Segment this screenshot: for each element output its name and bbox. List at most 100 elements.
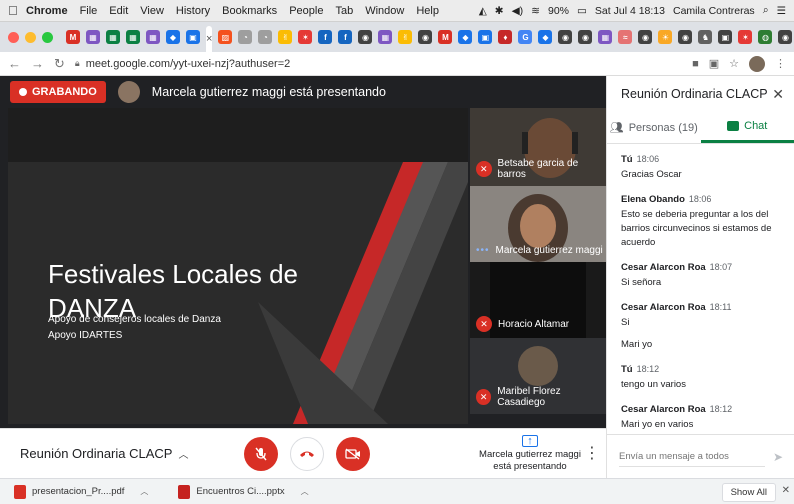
present-now-status[interactable]: ↑ Marcela gutierrez maggi está presentan… (470, 435, 590, 473)
spotlight-search-icon[interactable]: ⌕ (763, 4, 769, 17)
chevron-up-icon[interactable]: ︿ (301, 486, 309, 497)
bookmark-star-icon[interactable]: ☆ (729, 57, 739, 70)
more-options-icon[interactable]: ⋮ (584, 443, 600, 463)
tab-favicon-icon[interactable]: ◉ (778, 30, 793, 44)
participant-tile[interactable]: ✕ Betsabe garcia de barros (470, 108, 606, 186)
tab-favicon-icon[interactable]: ✌ (278, 30, 293, 44)
tab-favicon-icon[interactable]: ◍ (758, 30, 773, 44)
forward-arrow-icon[interactable]: → (31, 56, 44, 71)
tab-favicon-icon[interactable]: ▣ (478, 30, 493, 44)
tab-favicon-icon[interactable]: ♞ (698, 30, 713, 44)
panel-header: Reunión Ordinaria CLACP ✕ (607, 76, 794, 112)
tab-favicon-icon[interactable]: ▦ (86, 30, 100, 44)
address-bar: ← → ↻ 🔒︎ meet.google.com/yyt-uxei-nzj?au… (0, 52, 794, 76)
tab-favicon-icon[interactable]: ▦ (378, 30, 393, 44)
tab-favicon-icon[interactable]: ◉ (418, 30, 433, 44)
browser-menu-icon[interactable]: ⋮ (775, 57, 786, 70)
tab-favicon-icon[interactable]: ◉ (358, 30, 373, 44)
tab-favicon-icon[interactable]: ▦ (598, 30, 613, 44)
download-item[interactable]: Encuentros Ci....pptx ︿ (178, 484, 309, 499)
tab-favicon-icon[interactable]: M (66, 30, 80, 44)
url-field[interactable]: 🔒︎ meet.google.com/yyt-uxei-nzj?authuser… (75, 58, 692, 70)
message-sender: Tú 18:06 (621, 154, 794, 165)
tab-favicon-icon[interactable]: ≈ (618, 30, 633, 44)
volume-icon[interactable]: ◀) (512, 5, 524, 17)
tab-favicon-icon[interactable]: ✶ (738, 30, 753, 44)
minimize-window-button[interactable] (25, 31, 36, 43)
battery-icon[interactable]: ▭ (577, 5, 587, 17)
tab-favicon-icon[interactable]: ☀ (658, 30, 673, 44)
tab-favicon-icon[interactable]: ◔ (258, 30, 273, 44)
tab-favicon-icon[interactable]: ✶ (298, 30, 313, 44)
close-window-button[interactable] (8, 31, 19, 43)
meeting-details-toggle[interactable]: Reunión Ordinaria CLACP ︿ (20, 446, 188, 461)
tab-favicon-icon[interactable]: ▨ (218, 30, 233, 44)
tab-favicon-icon[interactable]: ♦ (498, 30, 513, 44)
send-icon[interactable]: ➤ (773, 450, 783, 464)
tab-favicon-icon[interactable]: ◉ (578, 30, 593, 44)
active-tab[interactable]: × (206, 26, 213, 52)
notification-center-icon[interactable]: ☰ (777, 5, 786, 17)
menu-edit[interactable]: Edit (109, 5, 128, 17)
participant-tile[interactable]: ✕ Maribel Florez Casadiego (470, 338, 606, 414)
menu-bookmarks[interactable]: Bookmarks (222, 5, 277, 17)
cast-icon[interactable]: ▣ (709, 57, 719, 70)
toggle-camera-button[interactable] (336, 437, 370, 471)
close-icon[interactable]: ✕ (772, 86, 784, 103)
tab-favicon-icon[interactable]: M (438, 30, 453, 44)
bluetooth-icon[interactable]: ✱ (495, 5, 504, 17)
tab-favicon-icon[interactable]: ✌ (398, 30, 413, 44)
profile-avatar[interactable] (749, 55, 765, 72)
tab-favicon-icon[interactable]: ▣ (186, 30, 200, 44)
wifi-icon[interactable]: ≋ (531, 5, 540, 17)
chat-message-input[interactable] (619, 446, 765, 467)
message-time: 18:11 (709, 302, 732, 312)
menu-app-name[interactable]: Chrome (26, 5, 68, 17)
mic-off-icon: ✕ (476, 161, 492, 177)
chevron-up-icon[interactable]: ︿ (140, 486, 148, 497)
menu-help[interactable]: Help (416, 5, 439, 17)
battery-percent[interactable]: 90% (548, 5, 569, 17)
download-item[interactable]: presentacion_Pr....pdf ︿ (14, 484, 148, 499)
back-arrow-icon[interactable]: ← (8, 56, 21, 71)
tab-chat[interactable]: Chat (700, 112, 794, 143)
user-name[interactable]: Camila Contreras (673, 5, 755, 17)
participant-tile[interactable]: ••• Marcela gutierrez maggi (470, 186, 606, 262)
show-all-downloads-button[interactable]: Show All (721, 483, 776, 502)
participant-tile[interactable]: ✕ Horacio Altamar (470, 262, 606, 338)
message-time: 18:12 (709, 404, 733, 414)
menu-people[interactable]: People (289, 5, 323, 17)
tab-favicon-icon[interactable]: ◆ (458, 30, 473, 44)
menu-window[interactable]: Window (365, 5, 404, 17)
camera-in-use-icon[interactable]: ■ (692, 58, 699, 70)
adobe-icon[interactable]: ◭ (479, 5, 487, 17)
menu-tab[interactable]: Tab (335, 5, 353, 17)
tab-favicon-icon[interactable]: ▦ (146, 30, 160, 44)
menu-view[interactable]: View (140, 5, 164, 17)
tab-favicon-icon[interactable]: ▣ (718, 30, 733, 44)
clock[interactable]: Sat Jul 4 18:13 (595, 5, 665, 17)
maximize-window-button[interactable] (42, 31, 53, 43)
close-tab-icon[interactable]: × (206, 33, 212, 45)
tab-favicon-icon[interactable]: ◆ (538, 30, 553, 44)
close-icon[interactable]: ✕ (782, 485, 790, 496)
tab-favicon-icon[interactable]: ◉ (638, 30, 653, 44)
lock-icon[interactable]: 🔒︎ (75, 58, 80, 69)
tab-favicon-icon[interactable]: ◆ (166, 30, 180, 44)
menu-history[interactable]: History (176, 5, 210, 17)
tab-favicon-icon[interactable]: G (518, 30, 533, 44)
tab-favicon-icon[interactable]: ▦ (106, 30, 120, 44)
tab-favicon-icon[interactable]: f (318, 30, 333, 44)
toggle-microphone-button[interactable] (244, 437, 278, 471)
apple-icon[interactable]:  (8, 3, 26, 18)
menu-file[interactable]: File (80, 5, 98, 17)
tab-people[interactable]: 👥︎ Personas (19) (607, 112, 701, 143)
tab-favicon-icon[interactable]: ◉ (678, 30, 693, 44)
leave-call-button[interactable] (290, 437, 324, 471)
reload-icon[interactable]: ↻ (54, 56, 65, 72)
tab-favicon-icon[interactable]: f (338, 30, 353, 44)
tab-favicon-icon[interactable]: ◉ (558, 30, 573, 44)
tab-favicon-icon[interactable]: ◔ (238, 30, 253, 44)
tab-favicon-icon[interactable]: ▦ (126, 30, 140, 44)
url-text[interactable]: meet.google.com/yyt-uxei-nzj?authuser=2 (86, 58, 291, 70)
